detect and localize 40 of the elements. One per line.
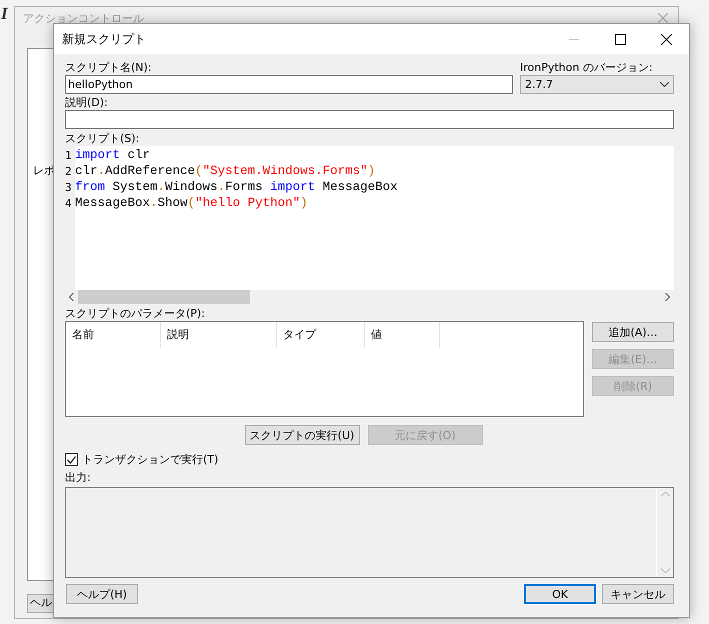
scroll-left-icon[interactable]	[69, 293, 74, 301]
field-label: 出力:	[65, 470, 92, 485]
line-number: 2	[65, 164, 73, 178]
dialog-button[interactable]: OK	[524, 584, 596, 604]
desktop-glyph: I	[1, 4, 8, 24]
field-label: 説明(D):	[65, 95, 109, 110]
scrollbar-thumb[interactable]	[78, 290, 250, 304]
line-number: 3	[65, 180, 73, 194]
description-field[interactable]	[65, 110, 674, 129]
maximize-icon[interactable]	[614, 34, 626, 44]
field-label: スクリプト(S):	[65, 131, 140, 146]
parameter-list[interactable]: 名前 説明 タイプ 値	[65, 321, 584, 417]
code-editor[interactable]: 1 import clr 2 clr.AddReference("System.Windows.Forms") 3 from System.Windows.Forms import MessageBox 4 MessageBox.Show("hello Python")	[65, 146, 674, 304]
name-field[interactable]: helloPython	[65, 75, 513, 94]
code-line: from System.Windows.Forms import MessageBox	[75, 180, 398, 194]
code-line: import clr	[75, 148, 150, 162]
column-header[interactable]: タイプ	[277, 322, 365, 348]
code-line: clr.AddReference("System.Windows.Forms")	[75, 164, 376, 178]
transaction-checkbox[interactable]	[65, 453, 78, 466]
line-number: 1	[65, 148, 73, 162]
scroll-right-icon[interactable]	[665, 293, 670, 301]
close-icon[interactable]	[660, 34, 672, 44]
column-header[interactable]: 説明	[161, 322, 277, 348]
field-label: スクリプト名(N):	[65, 60, 153, 75]
parameter-button[interactable]: 追加(A)…	[592, 322, 674, 342]
code-line: MessageBox.Show("hello Python")	[75, 196, 308, 210]
version-dropdown[interactable]: 2.7.7	[520, 75, 674, 94]
window-title: アクションコントロール	[23, 11, 144, 26]
script-button[interactable]: スクリプトの実行(U)	[244, 425, 360, 445]
window-title: 新規スクリプト	[62, 30, 147, 48]
field-label: スクリプトのパラメータ(P):	[65, 306, 206, 321]
line-number: 4	[65, 196, 73, 210]
dialog-button[interactable]: キャンセル	[602, 584, 674, 604]
checkbox-label: トランザクションで実行(T)	[82, 452, 218, 467]
chevron-down-icon	[660, 82, 669, 87]
field-label: IronPython のバージョン:	[520, 60, 654, 75]
column-header[interactable]: 値	[365, 322, 440, 348]
dialog-button[interactable]: ヘルプ(H)	[66, 584, 138, 604]
column-header[interactable]: 名前	[66, 322, 161, 348]
help-button[interactable]: ヘル	[27, 594, 54, 613]
